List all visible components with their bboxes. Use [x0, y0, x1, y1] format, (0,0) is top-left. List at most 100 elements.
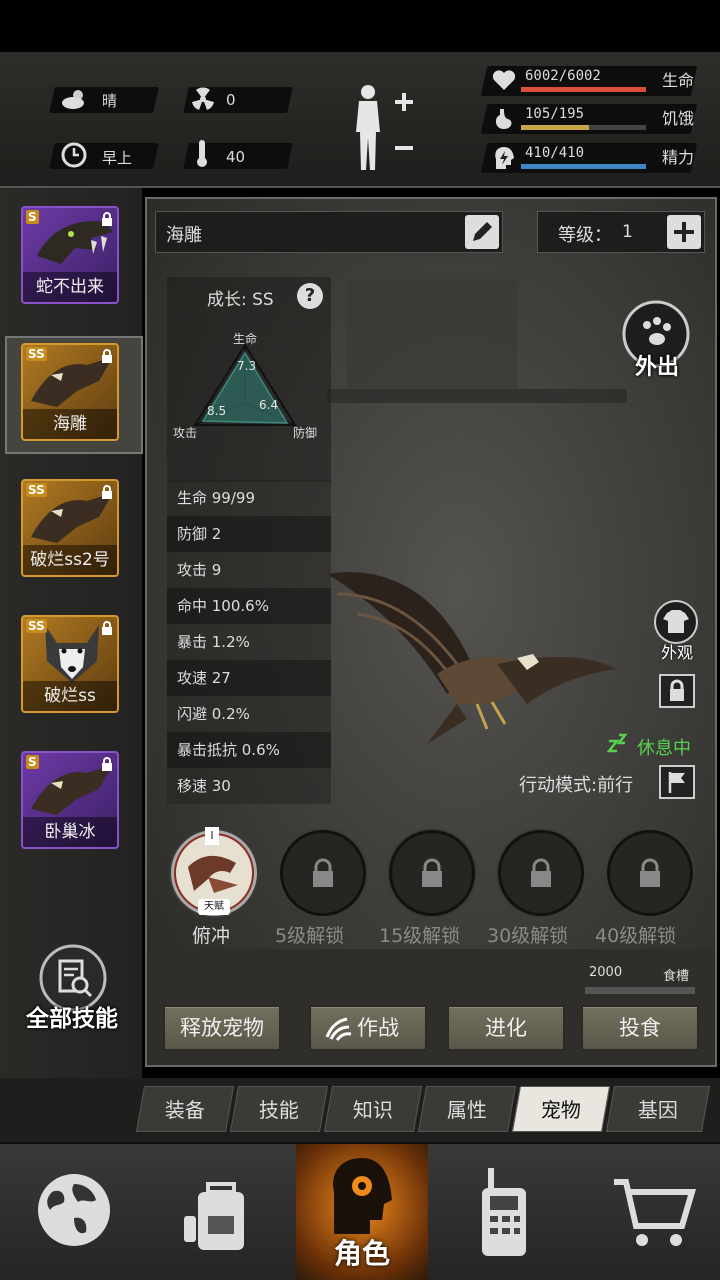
globe-icon — [38, 1174, 110, 1246]
nav-radio[interactable] — [428, 1144, 576, 1280]
stomach-icon — [495, 109, 512, 129]
radar-defense-label: 防御 — [293, 426, 318, 440]
pet-name: 破烂ss2号 — [23, 545, 117, 575]
tab-knowledge[interactable]: 知识 — [323, 1086, 423, 1132]
stat-row: 暴击抵抗 0.6% — [167, 732, 331, 768]
stat-row: 移速 30 — [167, 768, 331, 804]
nav-backpack[interactable] — [148, 1144, 296, 1280]
appearance-button[interactable]: 外观 — [649, 599, 705, 663]
feed-button[interactable]: 投食 — [581, 1005, 699, 1051]
lock-icon — [531, 858, 551, 887]
category-tabs: 装备 技能 知识 属性 宠物 基因 — [0, 1078, 720, 1142]
lock-icon — [102, 485, 112, 499]
pet-name-field[interactable]: 海雕 — [155, 211, 503, 253]
health-bar — [521, 87, 646, 92]
head-gear-icon — [333, 1158, 392, 1234]
skill-label: 5级解锁 — [275, 925, 345, 947]
grade-badge: SS — [26, 483, 47, 497]
evolve-button[interactable]: 进化 — [447, 1005, 565, 1051]
radar-life-value: 7.3 — [237, 359, 257, 373]
talent-badge: 天赋 — [198, 899, 230, 915]
husky-portrait — [45, 625, 99, 683]
pet-card-nest-ice[interactable]: S 卧巢冰 — [21, 751, 119, 849]
hunger-bar-fill — [521, 125, 589, 130]
radiation-value: 0 — [226, 91, 236, 109]
time-label: 早上 — [102, 149, 133, 167]
nav-character[interactable]: 角色 — [296, 1144, 428, 1280]
all-skills-button[interactable]: 全部技能 — [14, 943, 130, 1039]
skill-slot-locked[interactable] — [280, 830, 366, 916]
pencil-icon — [473, 222, 492, 241]
stat-row: 生命 99/99 — [167, 480, 331, 516]
tab-skills[interactable]: 技能 — [229, 1086, 329, 1132]
tab-genes[interactable]: 基因 — [605, 1086, 711, 1132]
food-bar — [585, 987, 695, 994]
tab-equipment[interactable]: 装备 — [135, 1086, 235, 1132]
release-pet-button[interactable]: 释放宠物 — [163, 1005, 281, 1051]
go-out-label: 外出 — [634, 355, 679, 380]
help-icon[interactable]: ? — [297, 283, 323, 309]
energy-head-icon — [495, 147, 514, 169]
rest-status: 休息中 — [637, 738, 691, 759]
skill-slot-locked[interactable] — [498, 830, 584, 916]
pet-card-junk-ss[interactable]: SS 破烂ss — [21, 615, 119, 713]
stats-list: 生命 99/99 防御 2 攻击 9 命中 100.6% 暴击 1.2% 攻速 … — [167, 480, 331, 804]
skill-slot-locked[interactable] — [607, 830, 693, 916]
health-value: 6002/6002 — [525, 68, 601, 84]
nav-world-map[interactable] — [0, 1144, 148, 1280]
body-status-icon[interactable] — [346, 82, 418, 174]
pet-name: 蛇不出来 — [23, 272, 117, 302]
pet-card-snake[interactable]: S 蛇不出来 — [21, 206, 119, 304]
lock-icon — [670, 679, 684, 701]
nav-shop[interactable] — [576, 1144, 720, 1280]
stat-row: 闪避 0.2% — [167, 696, 331, 732]
energy-bar-fill — [521, 164, 646, 169]
stat-row: 暴击 1.2% — [167, 624, 331, 660]
weather-label: 晴 — [102, 92, 118, 110]
skill-dive[interactable]: 天赋 I — [171, 827, 257, 916]
go-out-button[interactable]: 外出 — [619, 299, 695, 389]
skill-label: 俯冲 — [192, 925, 231, 947]
food-label: 食槽 — [663, 969, 690, 984]
battle-label: 作战 — [357, 1016, 399, 1040]
sleep-icon — [607, 733, 628, 753]
sea-eagle-illustration — [327, 572, 617, 744]
pet-card-junk-ss2[interactable]: SS 破烂ss2号 — [21, 479, 119, 577]
skill-slot-locked[interactable] — [389, 830, 475, 916]
hunger-value: 105/195 — [525, 106, 585, 122]
energy-label: 精力 — [662, 148, 695, 167]
backpack-icon — [184, 1182, 244, 1250]
stat-row: 攻速 27 — [167, 660, 331, 696]
bottom-navigation: 角色 — [0, 1142, 720, 1280]
stat-row: 防御 2 — [167, 516, 331, 552]
skill-label: 30级解锁 — [487, 925, 569, 947]
hunger-label: 饥饿 — [662, 109, 695, 128]
energy-bar — [521, 164, 646, 169]
appearance-lock-button[interactable] — [659, 674, 695, 708]
cloud-sun-icon — [62, 90, 84, 109]
pet-list-panel: S 蛇不出来 SS 海雕 SS 破烂ss2号 SS 破烂ss S 卧巢冰 全部技… — [0, 188, 143, 1078]
pet-name: 破烂ss — [23, 681, 117, 711]
tab-pets[interactable]: 宠物 — [511, 1086, 611, 1132]
pet-card-sea-eagle[interactable]: SS 海雕 — [21, 343, 119, 441]
stat-row: 命中 100.6% — [167, 588, 331, 624]
flag-icon — [668, 772, 685, 793]
skill-label: 15级解锁 — [379, 925, 461, 947]
lock-icon — [313, 858, 333, 887]
level-up-button[interactable] — [667, 215, 701, 249]
stat-row: 攻击 9 — [167, 552, 331, 588]
shopping-cart-icon — [614, 1179, 697, 1246]
thermometer-icon — [197, 140, 207, 167]
rename-button[interactable] — [465, 215, 499, 249]
lock-icon — [102, 212, 112, 226]
battle-button[interactable]: 作战 — [309, 1005, 427, 1051]
tab-attributes[interactable]: 属性 — [417, 1086, 517, 1132]
temperature-value: 40 — [226, 148, 246, 166]
plus-icon — [674, 222, 694, 242]
grade-badge: S — [26, 755, 39, 769]
lock-icon — [422, 858, 442, 887]
lock-icon — [640, 858, 660, 887]
pet-detail-panel: 海雕 等级： 1 成长: SS ? 生命 攻击 防御 7.3 8.5 6.4 生… — [145, 197, 717, 1067]
action-mode-button[interactable] — [659, 765, 695, 799]
food-value: 2000 — [589, 965, 623, 980]
